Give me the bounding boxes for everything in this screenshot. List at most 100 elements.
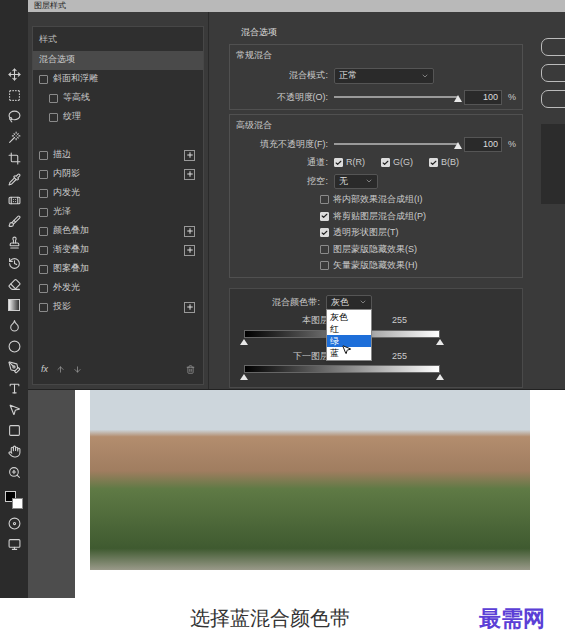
range-thumb[interactable] — [240, 339, 248, 345]
screen-mode-icon[interactable] — [8, 538, 21, 551]
style-item[interactable]: 颜色叠加 — [33, 222, 203, 241]
tool-icon[interactable] — [8, 466, 21, 479]
style-checkbox[interactable] — [39, 170, 48, 179]
toolbar — [0, 0, 28, 598]
add-button[interactable] — [184, 150, 195, 161]
style-item[interactable]: 图案叠加 — [33, 260, 203, 279]
tool-icon[interactable] — [8, 361, 21, 374]
knockout-select[interactable]: 无 — [334, 174, 378, 190]
tool-icon[interactable] — [8, 110, 21, 123]
style-item[interactable]: 光泽 — [33, 203, 203, 222]
style-checkbox[interactable] — [49, 113, 58, 122]
tool-icon[interactable] — [8, 403, 21, 416]
fx-button[interactable]: fx — [41, 363, 48, 377]
style-item[interactable]: 描边 — [33, 146, 203, 165]
trash-icon[interactable] — [186, 365, 195, 374]
style-item[interactable]: 外发光 — [33, 279, 203, 298]
style-checkbox[interactable] — [39, 227, 48, 236]
style-checkbox[interactable] — [39, 246, 48, 255]
fill-opacity-field-input[interactable]: 100 — [464, 137, 502, 153]
tool-icon[interactable] — [8, 68, 21, 81]
style-checkbox[interactable] — [39, 303, 48, 312]
advanced-option[interactable]: 矢量蒙版隐藏效果(H) — [320, 259, 516, 273]
style-item[interactable]: 混合选项 — [33, 51, 203, 70]
fill-opacity-field: 填充不透明度(F):100% — [236, 137, 516, 153]
this-layer-range: 本图层:0255 — [236, 314, 516, 346]
menu-option[interactable]: 红 — [327, 323, 371, 335]
channel-checkbox[interactable] — [381, 158, 390, 167]
style-checkbox[interactable] — [39, 75, 48, 84]
menu-option[interactable]: 灰色 — [327, 311, 371, 323]
dialog-button[interactable] — [541, 90, 565, 108]
slider-thumb[interactable] — [454, 142, 462, 149]
color-swatches-icon[interactable] — [5, 491, 23, 509]
style-item[interactable]: 渐变叠加 — [33, 241, 203, 260]
style-item[interactable]: 斜面和浮雕 — [33, 70, 203, 89]
chevron-down-icon — [365, 177, 373, 185]
option-checkbox[interactable] — [320, 261, 329, 270]
add-button[interactable] — [184, 302, 195, 313]
general-blending: 常规混合混合模式:正常不透明度(O):100% — [229, 44, 523, 111]
slider-thumb[interactable] — [454, 95, 462, 102]
tool-icon[interactable] — [8, 340, 21, 353]
arrow-down-icon[interactable] — [73, 365, 82, 374]
style-checkbox[interactable] — [39, 265, 48, 274]
style-item[interactable]: 投影 — [33, 298, 203, 317]
style-checkbox[interactable] — [39, 208, 48, 217]
style-checkbox[interactable] — [49, 94, 58, 103]
arrow-up-icon[interactable] — [56, 365, 65, 374]
plus-icon — [186, 246, 194, 254]
style-item[interactable]: 内阴影 — [33, 165, 203, 184]
range-thumb[interactable] — [436, 339, 444, 345]
tool-icon[interactable] — [8, 257, 21, 270]
blend-mode-select[interactable]: 正常 — [334, 68, 434, 84]
channel-checkbox[interactable] — [334, 158, 343, 167]
style-item[interactable]: 纹理 — [33, 108, 203, 127]
advanced-option[interactable]: 将剪贴图层混合成组(P) — [320, 210, 516, 224]
tool-icon[interactable] — [8, 236, 21, 249]
tool-icon[interactable] — [8, 319, 21, 332]
dialog-button[interactable] — [541, 38, 565, 56]
tool-icon[interactable] — [8, 194, 21, 207]
channels-row: 通道:R(R)G(G)B(B) — [236, 156, 516, 170]
range-thumb[interactable] — [436, 374, 444, 380]
gradient-tool-icon[interactable] — [8, 299, 20, 311]
blending-panel: 混合选项常规混合混合模式:正常不透明度(O):100%高级混合填充不透明度(F)… — [208, 12, 535, 389]
style-item[interactable]: 内发光 — [33, 184, 203, 203]
advanced-option[interactable]: 透明形状图层(T) — [320, 226, 516, 240]
tool-icon[interactable] — [8, 131, 21, 144]
style-item[interactable]: 等高线 — [33, 89, 203, 108]
style-checkbox[interactable] — [39, 151, 48, 160]
option-checkbox[interactable] — [320, 212, 329, 221]
channel-checkbox[interactable] — [429, 158, 438, 167]
add-button[interactable] — [184, 245, 195, 256]
option-checkbox[interactable] — [320, 195, 329, 204]
tool-icon[interactable] — [8, 278, 21, 291]
opacity-field-slider[interactable] — [334, 92, 458, 102]
style-checkbox[interactable] — [39, 284, 48, 293]
add-button[interactable] — [184, 169, 195, 180]
styles-panel: 样式混合选项斜面和浮雕等高线纹理描边内阴影内发光光泽颜色叠加渐变叠加图案叠加外发… — [32, 26, 204, 385]
title-bar: 图层样式 — [28, 0, 565, 12]
menu-option[interactable]: 绿 — [327, 335, 371, 347]
tool-icon[interactable] — [8, 89, 21, 102]
add-button[interactable] — [184, 226, 195, 237]
option-checkbox[interactable] — [320, 245, 329, 254]
tool-icon[interactable] — [8, 382, 21, 395]
cursor-icon — [341, 344, 352, 355]
tool-icon[interactable] — [8, 215, 21, 228]
style-checkbox[interactable] — [39, 189, 48, 198]
tool-icon[interactable] — [8, 424, 21, 437]
opacity-field-input[interactable]: 100 — [464, 90, 502, 106]
option-checkbox[interactable] — [320, 228, 329, 237]
tool-icon[interactable] — [8, 173, 21, 186]
underlying-layer-range: 下一图层:0255 — [236, 350, 516, 382]
advanced-option[interactable]: 图层蒙版隐藏效果(S) — [320, 243, 516, 257]
advanced-option[interactable]: 将内部效果混合成组(I) — [320, 193, 516, 207]
dialog-button[interactable] — [541, 64, 565, 82]
tool-icon[interactable] — [8, 152, 21, 165]
fill-opacity-field-slider[interactable] — [334, 139, 458, 149]
quick-mask-icon[interactable] — [8, 517, 21, 530]
tool-icon[interactable] — [8, 445, 21, 458]
range-thumb[interactable] — [240, 374, 248, 380]
